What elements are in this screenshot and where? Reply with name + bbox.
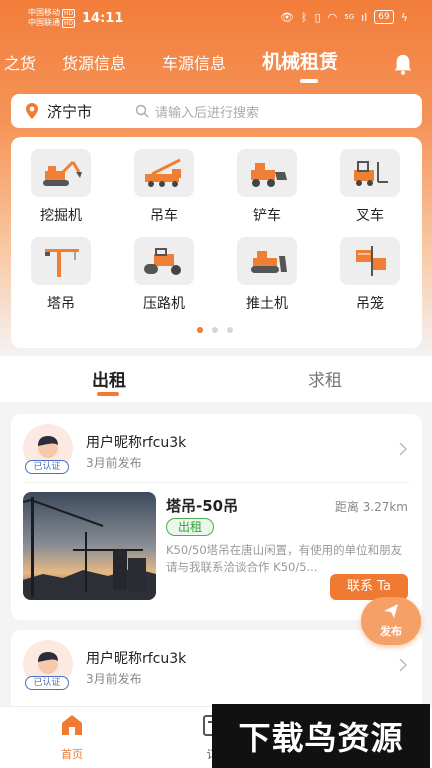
tab-goods[interactable]: 之货 (4, 50, 36, 74)
location-pin-icon[interactable] (25, 102, 39, 120)
system-icons: 👁 ᛒ ▯ ◠ 5G ıl 69 ϟ (280, 10, 408, 24)
tower-crane-icon (45, 249, 79, 277)
post-time: 3月前发布 (86, 672, 142, 686)
eye-icon: 👁 (280, 10, 294, 24)
post-title[interactable]: 塔吊-50吊 (166, 495, 238, 516)
post-image[interactable] (23, 492, 156, 600)
page-dot (197, 327, 203, 333)
tab-cargo-info[interactable]: 货源信息 (62, 50, 126, 74)
status-bar: 中国移动 HD 中国联通 HD 14:11 👁 ᛒ ▯ ◠ 5G ıl 69 ϟ (0, 0, 432, 36)
publish-label: 发布 (380, 625, 402, 638)
page-dot (227, 327, 233, 333)
top-tabs: 之货 货源信息 车源信息 机械租赁 (0, 42, 432, 86)
bluetooth-icon: ᛒ (300, 10, 308, 24)
post-description: K50/50塔吊在唐山闲置，有使用的单位和朋友请与我联系洽谈合作 K50/5..… (166, 543, 403, 574)
signal-icon: 5G (344, 13, 355, 21)
carrier-1: 中国移动 (28, 8, 60, 17)
vibrate-icon: ▯ (314, 10, 321, 24)
hd-badge: HD (62, 8, 76, 18)
nav-home[interactable]: 首页 (42, 713, 102, 762)
carrier-info: 中国移动 HD 中国联通 HD (28, 8, 76, 28)
hd-badge: HD (62, 18, 76, 28)
user-nickname[interactable]: 用户昵称rfcu3k (86, 648, 186, 668)
category-grid: 挖掘机 吊车 铲车 叉车 塔吊 压路机 推土机 吊笼 (11, 137, 422, 348)
category-label: 推土机 (246, 296, 288, 312)
search-icon (135, 104, 149, 118)
clock: 14:11 (82, 11, 124, 26)
post-card[interactable]: 已认证 用户昵称rfcu3k 3月前发布 塔吊-50吊 距离 3.27km 出租… (11, 414, 422, 620)
category-label: 挖掘机 (40, 208, 82, 224)
verified-badge: 已认证 (25, 676, 69, 690)
tab-vehicle-info[interactable]: 车源信息 (162, 50, 226, 74)
category-forklift[interactable]: 叉车 (325, 149, 415, 225)
category-hoist-cage[interactable]: 吊笼 (325, 237, 415, 313)
category-label: 吊车 (150, 208, 178, 224)
category-label: 压路机 (143, 296, 185, 312)
page-indicator (197, 327, 233, 333)
search-bar: 济宁市 请输入后进行搜索 (11, 94, 422, 128)
rent-tabs: 出租 求租 (0, 356, 432, 402)
verified-badge: 已认证 (25, 460, 69, 474)
tab-rent-out[interactable]: 出租 (92, 366, 126, 391)
category-crane-truck[interactable]: 吊车 (119, 149, 209, 225)
wifi-icon: ◠ (327, 10, 338, 24)
category-road-roller[interactable]: 压路机 (119, 237, 209, 313)
user-nickname[interactable]: 用户昵称rfcu3k (86, 432, 186, 452)
signal-bars-icon: ıl (361, 10, 368, 24)
watermark-overlay: 下载鸟资源 (212, 704, 430, 768)
battery-icon: 69 (374, 10, 394, 24)
category-label: 吊笼 (356, 296, 384, 312)
divider (23, 482, 410, 483)
avatar[interactable]: 已认证 (23, 640, 73, 690)
chevron-right-icon[interactable] (398, 442, 408, 456)
paper-plane-icon (384, 604, 398, 618)
avatar[interactable]: 已认证 (23, 424, 73, 474)
category-bulldozer[interactable]: 推土机 (222, 237, 312, 313)
tab-seek-rent[interactable]: 求租 (308, 366, 342, 391)
distance: 距离 3.27km (334, 500, 408, 514)
forklift-icon (354, 161, 388, 186)
city-divider (106, 104, 107, 118)
tower-crane-photo (23, 492, 156, 600)
category-tower-crane[interactable]: 塔吊 (16, 237, 106, 313)
loader-icon (251, 163, 287, 187)
page-dot (212, 327, 218, 333)
category-label: 塔吊 (47, 296, 75, 312)
crane-truck-icon (145, 158, 181, 187)
search-input[interactable]: 请输入后进行搜索 (155, 102, 259, 121)
carrier-2: 中国联通 (28, 18, 60, 27)
category-loader[interactable]: 铲车 (222, 149, 312, 225)
category-excavator[interactable]: 挖掘机 (16, 149, 106, 225)
chevron-right-icon[interactable] (398, 658, 408, 672)
tab-machinery-rental[interactable]: 机械租赁 (262, 47, 338, 74)
post-time: 3月前发布 (86, 456, 142, 470)
excavator-icon (43, 160, 82, 186)
active-tab-indicator (300, 79, 318, 83)
nav-home-label: 首页 (61, 748, 83, 761)
charging-icon: ϟ (400, 10, 408, 24)
category-label: 叉车 (356, 208, 384, 224)
bell-icon[interactable] (392, 52, 414, 76)
hoist-cage-icon (356, 246, 386, 276)
rent-tag: 出租 (166, 518, 214, 536)
road-roller-icon (144, 248, 181, 275)
bulldozer-icon (251, 251, 287, 273)
category-label: 铲车 (253, 208, 281, 224)
active-subtab-indicator (97, 392, 119, 396)
city-selector[interactable]: 济宁市 (47, 101, 92, 122)
home-icon (62, 715, 82, 735)
publish-button[interactable]: 发布 (361, 597, 421, 645)
